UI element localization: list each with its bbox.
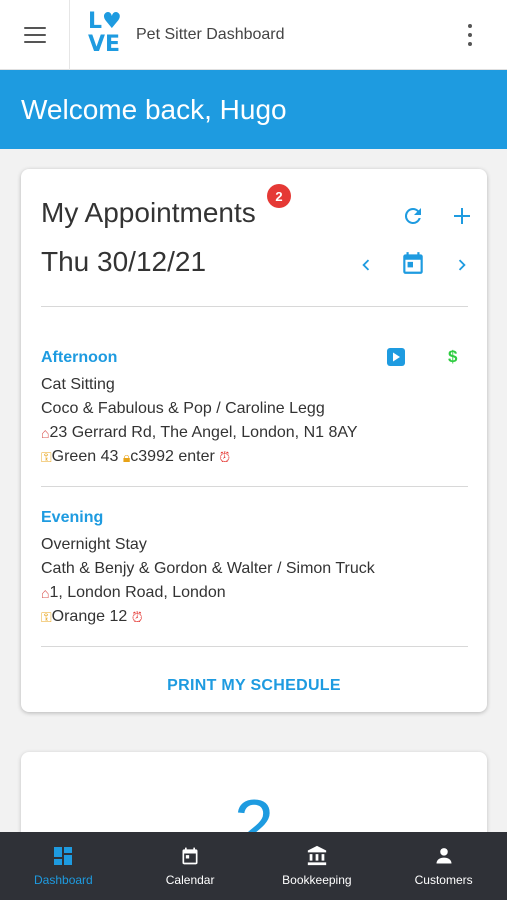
add-icon[interactable]	[448, 202, 476, 230]
alarm-clock-icon: ⏰︎	[131, 609, 143, 625]
logo-line-2: VE	[88, 31, 121, 57]
calendar-picker-icon[interactable]	[399, 249, 427, 277]
card-title: My Appointments	[41, 197, 256, 228]
appointment-count-badge: 2	[267, 184, 291, 208]
appointment-address: 1, London Road, London	[49, 584, 226, 601]
appointment-pets-owner: Cath & Benjy & Gordon & Walter / Simon T…	[41, 560, 375, 577]
appointment-address: 23 Gerrard Rd, The Angel, London, N1 8AY	[49, 424, 358, 441]
chevron-left-icon[interactable]	[352, 251, 380, 279]
nav-calendar[interactable]: Calendar	[127, 832, 254, 900]
appointment-key: Orange 12	[51, 608, 128, 625]
chevron-right-icon[interactable]	[448, 251, 476, 279]
nav-bookkeeping[interactable]: Bookkeeping	[254, 832, 381, 900]
top-app-bar: L♥ VE Pet Sitter Dashboard	[0, 0, 507, 70]
dashboard-icon	[52, 845, 74, 867]
appointments-card: My Appointments 2 Thu 30/12/21 Afternoon…	[21, 169, 487, 712]
nav-label: Calendar	[165, 873, 215, 887]
dollar-icon[interactable]: $	[448, 347, 457, 367]
key-icon: ⚿	[41, 609, 52, 625]
alarm-clock-icon: ⏰︎	[219, 449, 231, 465]
appointment-access-row: ⚿Green 43 🔒︎c3992 enter ⏰︎	[41, 445, 468, 469]
refresh-icon[interactable]	[399, 202, 427, 230]
hamburger-icon	[23, 26, 46, 43]
appointment-key: Green 43	[51, 448, 119, 465]
key-icon: ⚿	[41, 449, 52, 465]
appointment-access-row: ⚿Orange 12 ⏰︎	[41, 605, 468, 629]
app-title: Pet Sitter Dashboard	[136, 25, 285, 43]
appointment-address-row: ⌂23 Gerrard Rd, The Angel, London, N1 8A…	[41, 421, 468, 445]
logo-line-1: L♥	[88, 8, 122, 34]
print-schedule-button[interactable]: PRINT MY SCHEDULE	[21, 677, 487, 695]
appointment-address-row: ⌂1, London Road, London	[41, 581, 468, 605]
appointment-slot: Evening	[41, 509, 104, 526]
appointment-service: Cat Sitting	[41, 376, 115, 393]
nav-dashboard[interactable]: Dashboard	[0, 832, 127, 900]
welcome-banner: Welcome back, Hugo	[0, 70, 507, 149]
divider	[41, 486, 468, 487]
menu-button[interactable]	[0, 0, 70, 70]
divider	[41, 646, 468, 647]
appointment-lock-code: c3992 enter	[130, 448, 215, 465]
bank-icon	[306, 845, 328, 867]
person-icon	[433, 845, 455, 867]
appointment-pets-owner: Coco & Fabulous & Pop / Caroline Legg	[41, 400, 325, 417]
divider	[41, 306, 468, 307]
nav-label: Bookkeeping	[282, 873, 352, 887]
love-logo: L♥ VE	[86, 8, 124, 59]
selected-date: Thu 30/12/21	[41, 246, 207, 277]
play-icon[interactable]	[387, 348, 405, 366]
nav-label: Dashboard	[34, 873, 93, 887]
appointment-item[interactable]: Evening Overnight Stay Cath & Benjy & Go…	[41, 509, 468, 629]
appointment-item[interactable]: Afternoon Cat Sitting Coco & Fabulous & …	[41, 349, 468, 469]
nav-customers[interactable]: Customers	[380, 832, 507, 900]
bottom-navigation: Dashboard Calendar Bookkeeping Customers	[0, 832, 507, 900]
nav-label: Customers	[414, 873, 473, 887]
calendar-icon	[179, 845, 201, 867]
more-options-icon[interactable]	[467, 24, 473, 46]
appointment-service: Overnight Stay	[41, 536, 147, 553]
